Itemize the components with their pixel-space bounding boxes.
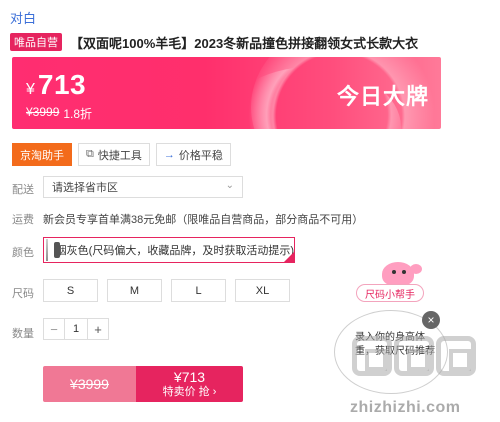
size-option-l[interactable]: L (171, 279, 226, 302)
size-helper-pill[interactable]: 尺码小帮手 (356, 284, 424, 302)
buy-button[interactable]: ¥3999 ¥713 特卖价 抢 › (43, 366, 243, 402)
watermark-glyph (394, 336, 434, 376)
tab-label: 快捷工具 (97, 149, 142, 162)
mascot-body (382, 262, 414, 286)
freight-info: 新会员专享首单满38元免邮（限唯品自营商品，部分商品不可用） (43, 214, 364, 226)
size-label: 尺码 (12, 288, 34, 300)
copy-icon: ⧉ (86, 148, 94, 160)
brand-name[interactable]: 对白 (10, 8, 36, 27)
color-thumbnail (46, 239, 58, 261)
shipping-label: 配送 (12, 184, 34, 196)
today-brand-badge: 今日大牌 (336, 84, 429, 109)
tab-price-trend[interactable]: → 价格平稳 (155, 143, 231, 166)
original-price-row: ¥3999 1.8折 (26, 105, 92, 122)
quantity-plus-button[interactable]: + (88, 319, 108, 339)
price-banner: ¥ 713 ¥3999 1.8折 今日大牌 (12, 57, 441, 129)
buy-price: ¥713 (173, 369, 206, 385)
product-title: 【双面呢100%羊毛】2023冬新品撞色拼接翻领女式长款大衣 (70, 35, 419, 51)
chevron-down-icon: ⌄ (225, 180, 234, 191)
self-operated-badge: 唯品自营 (10, 33, 62, 51)
mascot-eye (402, 270, 406, 274)
mascot-eye (392, 270, 396, 274)
buy-cta-label: 特卖价 抢 › (162, 386, 217, 398)
quantity-value[interactable]: 1 (64, 319, 88, 339)
color-option-selected[interactable]: 烟灰色(尺码偏大，收藏品牌，及时获取活动提示) (43, 237, 295, 263)
current-price-value: 713 (37, 69, 87, 100)
tab-jingtao-assistant[interactable]: 京淘助手 (12, 143, 72, 166)
color-label: 颜色 (12, 247, 34, 259)
tab-quick-tools[interactable]: ⧉ 快捷工具 (78, 143, 150, 166)
color-option-label: 烟灰色(尺码偏大，收藏品牌，及时获取活动提示) (55, 245, 294, 257)
title-row: 唯品自营 【双面呢100%羊毛】2023冬新品撞色拼接翻领女式长款大衣 (10, 33, 495, 51)
buy-original-price: ¥3999 (43, 366, 136, 402)
tab-label: 京淘助手 (20, 149, 64, 162)
currency-symbol: ¥ (26, 81, 35, 98)
quantity-label: 数量 (12, 328, 34, 340)
current-price: ¥ 713 (26, 69, 86, 101)
watermark-glyph (352, 336, 392, 376)
original-price: ¥3999 (26, 105, 60, 119)
watermark-logo (352, 336, 476, 376)
buy-now-area[interactable]: ¥713 特卖价 抢 › (136, 366, 243, 402)
size-options: S M L XL (43, 279, 290, 302)
close-icon[interactable]: × (422, 311, 440, 329)
region-select[interactable]: 请选择省市区 ⌄ (43, 176, 243, 198)
discount-rate: 1.8折 (63, 107, 93, 121)
size-option-m[interactable]: M (107, 279, 162, 302)
size-option-s[interactable]: S (43, 279, 98, 302)
tool-tabs: 京淘助手 ⧉ 快捷工具 → 价格平稳 (12, 143, 237, 166)
watermark-glyph (436, 336, 476, 376)
region-placeholder: 请选择省市区 (52, 182, 118, 194)
quantity-minus-button[interactable]: − (44, 319, 64, 339)
freight-label: 运费 (12, 214, 34, 226)
quantity-stepper: − 1 + (43, 318, 109, 340)
tab-label: 价格平稳 (178, 149, 223, 162)
watermark-text: zhizhizhi.com (350, 399, 461, 416)
arrow-right-icon: → (163, 148, 175, 161)
size-option-xl[interactable]: XL (235, 279, 290, 302)
